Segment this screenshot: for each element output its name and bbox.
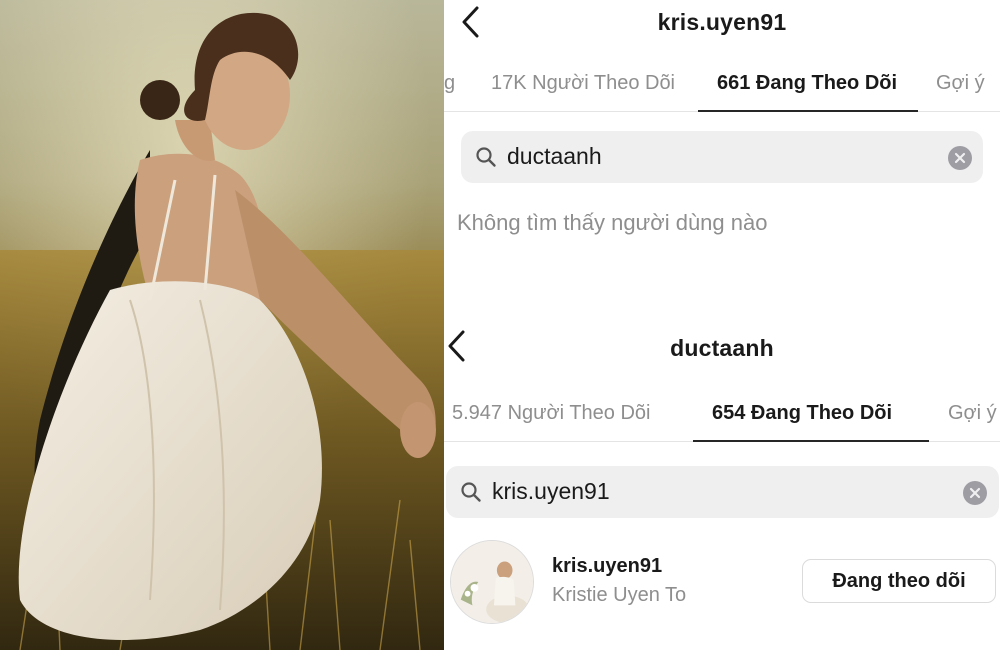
tab-following[interactable]: 654 Đang Theo Dõi	[712, 402, 892, 425]
search-icon	[459, 480, 483, 504]
result-username[interactable]: kris.uyen91	[552, 555, 662, 578]
search-icon	[474, 145, 498, 169]
active-tab-indicator	[693, 440, 929, 442]
search-input[interactable]: ductaanh	[507, 143, 602, 170]
tab-suggestions[interactable]: Gợi ý	[948, 402, 997, 425]
tab-followers[interactable]: 5.947 Người Theo Dõi	[452, 402, 650, 425]
header: ductaanh	[444, 322, 1000, 370]
following-list-screen-bottom: ductaanh 5.947 Người Theo Dõi 654 Đang T…	[444, 322, 1000, 650]
tab-followers[interactable]: 17K Người Theo Dõi	[491, 72, 675, 95]
search-bar[interactable]: kris.uyen91	[446, 466, 999, 518]
no-results-message: Không tìm thấy người dùng nào	[457, 210, 768, 235]
clear-icon[interactable]	[963, 481, 987, 505]
clear-icon[interactable]	[948, 146, 972, 170]
result-full-name: Kristie Uyen To	[552, 584, 687, 606]
tab-suggestions[interactable]: Gợi ý	[936, 72, 985, 95]
tab-partial[interactable]: g	[444, 72, 455, 95]
search-bar[interactable]: ductaanh	[461, 131, 983, 183]
header: kris.uyen91	[444, 0, 1000, 48]
profile-username-title: kris.uyen91	[657, 9, 787, 35]
search-input[interactable]: kris.uyen91	[492, 478, 610, 505]
tab-following[interactable]: 661 Đang Theo Dõi	[717, 72, 897, 95]
tab-bar: g 17K Người Theo Dõi 661 Đang Theo Dõi G…	[444, 62, 1000, 112]
profile-photo	[0, 0, 444, 650]
profile-username-title: ductaanh	[670, 335, 774, 361]
avatar[interactable]	[450, 540, 534, 624]
active-tab-indicator	[698, 110, 918, 112]
following-list-screen-top: kris.uyen91 g 17K Người Theo Dõi 661 Đan…	[444, 0, 1000, 322]
following-button[interactable]: Đang theo dõi	[802, 559, 996, 603]
tab-bar: 5.947 Người Theo Dõi 654 Đang Theo Dõi G…	[444, 392, 1000, 442]
